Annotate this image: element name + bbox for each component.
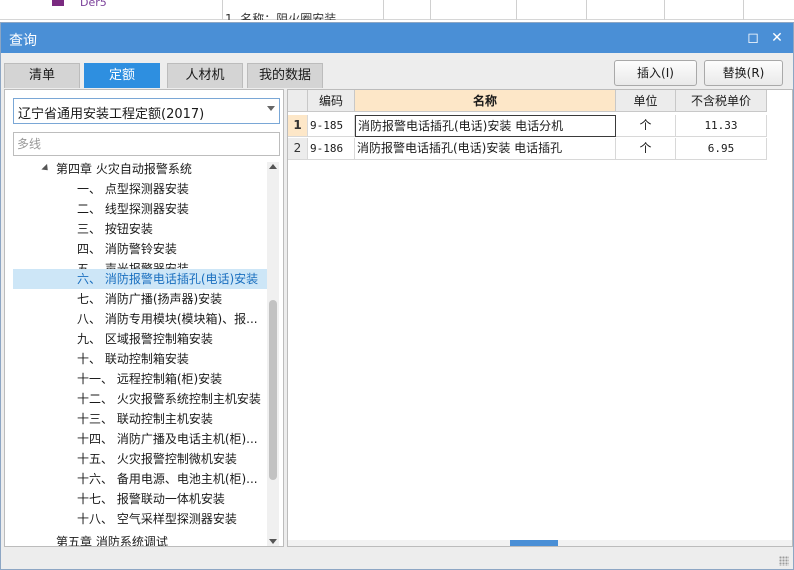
grid-line bbox=[383, 0, 384, 20]
expand-arrow-icon[interactable] bbox=[41, 163, 51, 174]
grid-line bbox=[516, 0, 517, 20]
tree-item[interactable]: 十五、 火灾报警控制微机安装 bbox=[13, 449, 267, 469]
cell-code[interactable]: 9-185 bbox=[308, 115, 355, 137]
column-header-code[interactable]: 编码 bbox=[308, 90, 355, 112]
scroll-up-icon[interactable] bbox=[269, 164, 277, 169]
tree-item[interactable]: 十二、 火灾报警系统控制主机安装 bbox=[13, 389, 267, 409]
tree-item[interactable]: 十、 联动控制箱安装 bbox=[13, 349, 267, 369]
tree-item-label: 十八、 空气采样型探测器安装 bbox=[77, 512, 237, 526]
scroll-down-icon[interactable] bbox=[269, 539, 277, 544]
quota-tree-panel: 辽宁省通用安装工程定额(2017) 第四章 火灾自动报警系统 一、 点型探测器安… bbox=[4, 89, 284, 547]
resize-grip-icon[interactable] bbox=[779, 556, 789, 566]
tree-item-label: 十一、 远程控制箱(柜)安装 bbox=[77, 372, 223, 386]
row-number[interactable]: 1 bbox=[288, 115, 308, 137]
column-header-price[interactable]: 不含税单价 bbox=[676, 90, 767, 112]
tree-item-chapter-5[interactable]: 第五章 消防系统调试 bbox=[13, 532, 267, 546]
maximize-icon[interactable]: ◻ bbox=[743, 28, 763, 48]
tree-item[interactable]: 九、 区域报警控制箱安装 bbox=[13, 329, 267, 349]
scroll-thumb[interactable] bbox=[269, 300, 277, 480]
grid-line bbox=[664, 0, 665, 20]
tree-item[interactable]: 一、 点型探测器安装 bbox=[13, 179, 267, 199]
tree-item[interactable]: 十四、 消防广播及电话主机(柜)... bbox=[13, 429, 267, 449]
tree-item-label: 二、 线型探测器安装 bbox=[77, 202, 189, 216]
tree-item-label: 七、 消防广播(扬声器)安装 bbox=[77, 292, 223, 306]
cell-name[interactable]: 消防报警电话插孔(电话)安装 电话插孔 bbox=[355, 138, 616, 160]
chevron-down-icon[interactable] bbox=[267, 106, 275, 111]
tree-item[interactable]: 十三、 联动控制主机安装 bbox=[13, 409, 267, 429]
tree-item-label: 十七、 报警联动一体机安装 bbox=[77, 492, 225, 506]
insert-button[interactable]: 插入(I) bbox=[614, 60, 697, 86]
cell-name[interactable]: 消防报警电话插孔(电话)安装 电话分机 bbox=[355, 115, 616, 137]
column-header-unit[interactable]: 单位 bbox=[616, 90, 676, 112]
grid-line bbox=[222, 0, 223, 20]
row-number[interactable]: 2 bbox=[288, 138, 308, 160]
chapter-tree: 第四章 火灾自动报警系统 一、 点型探测器安装 二、 线型探测器安装 三、 按钮… bbox=[13, 162, 267, 546]
tree-item-label: 三、 按钮安装 bbox=[77, 222, 153, 236]
grid-horizontal-scrollbar[interactable] bbox=[288, 540, 792, 546]
row-marker bbox=[52, 0, 64, 6]
background-spreadsheet-strip: Der5 1. 名称：阻火圈安装 bbox=[0, 0, 794, 20]
tree-item[interactable]: 十七、 报警联动一体机安装 bbox=[13, 489, 267, 509]
cell-price[interactable]: 6.95 bbox=[676, 138, 767, 160]
tree-item[interactable]: 八、 消防专用模块(模块箱)、报... bbox=[13, 309, 267, 329]
close-icon[interactable]: ✕ bbox=[767, 28, 787, 48]
quota-library-select[interactable]: 辽宁省通用安装工程定额(2017) bbox=[13, 98, 280, 124]
tree-item-label: 十五、 火灾报警控制微机安装 bbox=[77, 452, 237, 466]
query-dialog: 查询 ◻ ✕ 清单 定额 人材机 我的数据 插入(I) 替换(R) 辽宁省通用安… bbox=[0, 22, 794, 570]
row-number-header bbox=[288, 90, 308, 112]
tree-item[interactable]: 二、 线型探测器安装 bbox=[13, 199, 267, 219]
cell-code[interactable]: 9-186 bbox=[308, 138, 355, 160]
quota-results-grid: 编码 名称 单位 不含税单价 1 9-185 消防报警电话插孔(电话)安装 电话… bbox=[287, 89, 793, 547]
tree-item-label: 十三、 联动控制主机安装 bbox=[77, 412, 213, 426]
tree-item-label: 十六、 备用电源、电池主机(柜)... bbox=[77, 472, 258, 486]
tab-bill[interactable]: 清单 bbox=[4, 63, 80, 88]
tree-item-label: 十四、 消防广播及电话主机(柜)... bbox=[77, 432, 258, 446]
tab-labor-material-machine[interactable]: 人材机 bbox=[167, 63, 243, 88]
column-header-name[interactable]: 名称 bbox=[355, 90, 616, 112]
tree-scrollbar[interactable] bbox=[267, 162, 279, 546]
tree-item-selected[interactable]: 六、 消防报警电话插孔(电话)安装 bbox=[13, 269, 267, 289]
tree-item-label: 八、 消防专用模块(模块箱)、报... bbox=[77, 312, 258, 326]
tree-item-label: 第四章 火灾自动报警系统 bbox=[56, 162, 192, 176]
grid-line bbox=[743, 0, 744, 20]
cell-unit[interactable]: 个 bbox=[616, 115, 676, 137]
tree-item-chapter-4[interactable]: 第四章 火灾自动报警系统 bbox=[13, 162, 267, 179]
cell-price[interactable]: 11.33 bbox=[676, 115, 767, 137]
replace-button[interactable]: 替换(R) bbox=[704, 60, 783, 86]
tab-my-data[interactable]: 我的数据 bbox=[247, 63, 323, 88]
tree-item-label: 十二、 火灾报警系统控制主机安装 bbox=[77, 392, 261, 406]
tree-item-label: 第五章 消防系统调试 bbox=[56, 535, 168, 546]
grid-line bbox=[430, 0, 431, 20]
quota-library-value: 辽宁省通用安装工程定额(2017) bbox=[18, 107, 205, 122]
tree-item-label: 四、 消防警铃安装 bbox=[77, 242, 177, 256]
collapse-handle-icon[interactable] bbox=[510, 540, 558, 546]
dialog-title: 查询 bbox=[9, 33, 37, 49]
tree-item-label: 六、 消防报警电话插孔(电话)安装 bbox=[77, 272, 259, 286]
tree-item-label: 十、 联动控制箱安装 bbox=[77, 352, 189, 366]
cell-unit[interactable]: 个 bbox=[616, 138, 676, 160]
tree-item-label: 九、 区域报警控制箱安装 bbox=[77, 332, 213, 346]
tree-item[interactable]: 十六、 备用电源、电池主机(柜)... bbox=[13, 469, 267, 489]
tree-item[interactable]: 三、 按钮安装 bbox=[13, 219, 267, 239]
search-input[interactable] bbox=[13, 132, 280, 156]
background-description-text: 1. 名称：阻火圈安装 bbox=[225, 12, 337, 20]
tree-item[interactable]: 十八、 空气采样型探测器安装 bbox=[13, 509, 267, 529]
tab-quota[interactable]: 定额 bbox=[84, 63, 160, 88]
tree-item-label: 一、 点型探测器安装 bbox=[77, 182, 189, 196]
tree-item[interactable]: 七、 消防广播(扬声器)安装 bbox=[13, 289, 267, 309]
tree-item[interactable]: 四、 消防警铃安装 bbox=[13, 239, 267, 259]
tree-item[interactable]: 十一、 远程控制箱(柜)安装 bbox=[13, 369, 267, 389]
dialog-titlebar[interactable]: 查询 ◻ ✕ bbox=[1, 23, 793, 53]
grid-line bbox=[586, 0, 587, 20]
background-code-text: Der5 bbox=[80, 0, 107, 9]
